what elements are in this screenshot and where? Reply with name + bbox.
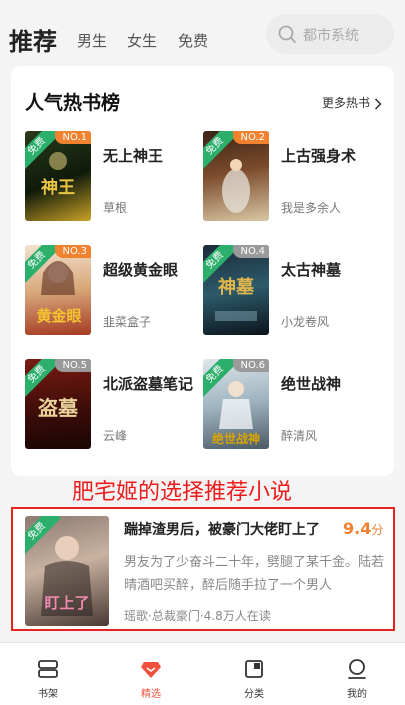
rank-badge: NO.6 <box>232 359 269 372</box>
more-hot-books-label: 更多热书 <box>321 96 370 110</box>
rank-badge: NO.4 <box>232 245 269 258</box>
book-item[interactable]: 免费 NO.2 上古强身术 我是多余人 <box>203 131 383 227</box>
nav-bookshelf[interactable]: 书架 <box>18 643 78 705</box>
book-cover: 神墓 免费 NO.4 <box>203 245 269 335</box>
featured-book-score: 9.4分 <box>343 519 383 538</box>
svg-text:黄金眼: 黄金眼 <box>36 307 81 325</box>
tab-recommend[interactable]: 推荐 <box>9 22 57 57</box>
rank-badge: NO.5 <box>54 359 91 372</box>
nav-label: 书架 <box>38 689 58 700</box>
rank-badge: NO.1 <box>54 131 91 144</box>
score-value: 9.4 <box>343 519 372 538</box>
hot-list-title: 人气热书榜 <box>25 92 121 114</box>
book-author: 云峰 <box>103 429 128 443</box>
rank-badge: NO.3 <box>54 245 91 258</box>
tab-male[interactable]: 男生 <box>77 30 107 51</box>
nav-label: 分类 <box>244 689 264 700</box>
diamond-icon <box>141 662 161 678</box>
bookshelf-icon <box>38 660 58 678</box>
bottom-nav: 书架 精选 分类 我的 <box>0 642 405 705</box>
nav-label: 我的 <box>347 689 367 700</box>
tab-female[interactable]: 女生 <box>127 30 157 51</box>
book-author: 小龙卷风 <box>281 315 330 329</box>
featured-book-cover: 盯上了 免费 <box>25 516 109 626</box>
svg-text:绝世战神: 绝世战神 <box>212 431 260 446</box>
chevron-right-icon <box>374 97 382 110</box>
book-title: 绝世战神 <box>281 375 342 393</box>
book-cover: 黄金眼 免费 NO.3 <box>25 245 91 335</box>
book-cover: 免费 NO.2 <box>203 131 269 221</box>
more-hot-books-link[interactable]: 更多热书 <box>322 94 382 111</box>
nav-category[interactable]: 分类 <box>224 643 284 705</box>
featured-book-title: 踹掉渣男后，被豪门大佬盯上了 <box>124 522 320 538</box>
category-icon <box>245 660 263 678</box>
nav-featured[interactable]: 精选 <box>121 643 181 705</box>
top-bar: 推荐 男生 女生 免费 都市系统 <box>0 0 405 66</box>
book-title: 无上神王 <box>103 147 164 165</box>
search-placeholder: 都市系统 <box>303 28 359 44</box>
book-cover: 神王 免费 NO.1 <box>25 131 91 221</box>
book-title: 北派盗墓笔记 <box>103 375 194 393</box>
svg-text:神墓: 神墓 <box>218 276 255 298</box>
search-box[interactable]: 都市系统 <box>266 14 394 54</box>
book-author: 韭菜盒子 <box>103 315 152 329</box>
book-item[interactable]: 神王 免费 NO.1 无上神王 草根 <box>25 131 205 227</box>
book-title: 上古强身术 <box>281 147 357 165</box>
book-item[interactable]: 神墓 免费 NO.4 太古神墓 小龙卷风 <box>203 245 383 341</box>
book-cover: 绝世战神 免费 NO.6 <box>203 359 269 449</box>
hot-list-card: 人气热书榜 更多热书 神王 免费 NO.1 无上神王 草根 免费 NO.2 上古… <box>11 66 394 476</box>
book-author: 醉清风 <box>281 429 318 443</box>
profile-icon <box>348 659 366 679</box>
book-author: 草根 <box>103 201 128 215</box>
featured-book[interactable]: 盯上了 免费 踹掉渣男后，被豪门大佬盯上了 9.4分 男友为了少奋斗二十年，劈腿… <box>11 507 395 631</box>
book-item[interactable]: 黄金眼 免费 NO.3 超级黄金眼 韭菜盒子 <box>25 245 205 341</box>
svg-text:盗墓: 盗墓 <box>38 396 79 420</box>
book-item[interactable]: 盗墓 免费 NO.5 北派盗墓笔记 云峰 <box>25 359 205 455</box>
book-title: 太古神墓 <box>281 261 342 279</box>
book-cover: 盗墓 免费 NO.5 <box>25 359 91 449</box>
nav-profile[interactable]: 我的 <box>327 643 387 705</box>
tab-free[interactable]: 免费 <box>178 30 208 51</box>
rank-badge: NO.2 <box>232 131 269 144</box>
book-title: 超级黄金眼 <box>103 261 179 279</box>
book-item[interactable]: 绝世战神 免费 NO.6 绝世战神 醉清风 <box>203 359 383 455</box>
search-icon <box>278 25 296 43</box>
featured-book-description: 男友为了少奋斗二十年，劈腿了某千金。陆若晴酒吧买醉，醉后随手拉了一个男人 <box>124 555 385 593</box>
svg-text:盯上了: 盯上了 <box>44 594 89 612</box>
recommendation-caption: 肥宅姬的选择推荐小说 <box>72 480 293 505</box>
svg-text:神王: 神王 <box>41 177 75 198</box>
book-author: 我是多余人 <box>281 201 342 215</box>
score-unit: 分 <box>371 523 384 537</box>
nav-label: 精选 <box>141 689 161 700</box>
featured-book-meta: 瑶歌·总裁豪门·4.8万人在读 <box>124 609 271 623</box>
